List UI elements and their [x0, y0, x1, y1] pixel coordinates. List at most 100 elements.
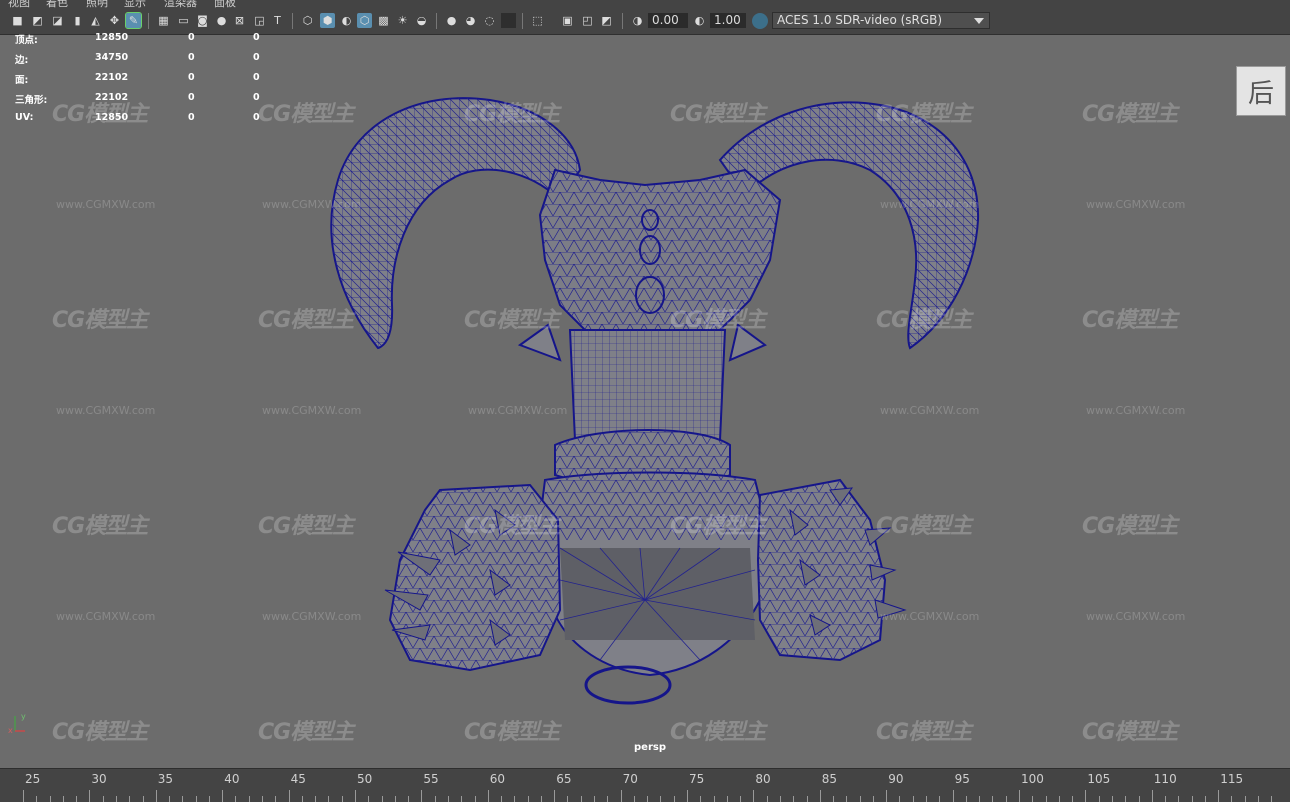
timeline-tick-label: 30 [91, 772, 107, 786]
timeline-tick-label: 95 [954, 772, 970, 786]
screen-space-ao-icon[interactable]: ● [444, 13, 459, 28]
timeline-tick [554, 790, 556, 802]
timeline-tick [275, 796, 277, 802]
timeline-tick [1165, 796, 1167, 802]
timeline-tick [62, 796, 64, 802]
timeline-tick [142, 796, 144, 802]
timeline-tick [115, 796, 117, 802]
image-plane-icon[interactable]: ◭ [88, 13, 103, 28]
timeline-tick [753, 790, 755, 802]
watermark-logo: CG模型主 [670, 720, 766, 745]
wireframe-icon[interactable]: ⬡ [300, 13, 315, 28]
viewport-3d[interactable] [0, 34, 1290, 768]
timeline-tick [926, 796, 928, 802]
timeline-tick [806, 796, 808, 802]
hud-label: 面: [15, 75, 29, 86]
timeline-tick [208, 796, 210, 802]
smooth-shade-icon[interactable]: ⬢ [320, 13, 335, 28]
timeline-tick [1058, 796, 1060, 802]
time-slider[interactable]: 25 30 35 40 45 50 55 60 65 70 75 80 85 90 95 100 105 110 1… [0, 768, 1290, 802]
watermark-url: www.CGMXW.com [880, 198, 980, 211]
timeline-tick [846, 796, 848, 802]
timeline-tick [1178, 796, 1180, 802]
anti-aliasing-icon[interactable]: ◌ [482, 13, 497, 28]
timeline-tick [288, 790, 290, 802]
menu-shading[interactable]: 着色 [46, 0, 68, 8]
textured-icon[interactable]: ▩ [376, 13, 391, 28]
bookmark-camera-icon[interactable]: ◪ [50, 13, 65, 28]
menu-view[interactable]: 视图 [8, 0, 30, 8]
menu-panels[interactable]: 面板 [214, 0, 236, 8]
timeline-tick [965, 796, 967, 802]
camera-select-icon[interactable]: ■ [10, 13, 25, 28]
timeline-tick-label: 110 [1153, 772, 1177, 786]
timeline-tick [1085, 790, 1087, 802]
timeline-tick [49, 796, 51, 802]
timeline-tick-label: 55 [423, 772, 439, 786]
timeline-tick [461, 796, 463, 802]
isolate-select-icon[interactable]: ⬚ [530, 13, 545, 28]
hud-row-faces: 面: 22102 0 0 [15, 72, 275, 88]
lights-icon[interactable]: ☀ [395, 13, 410, 28]
grease-pencil-icon[interactable]: ✎ [125, 12, 142, 29]
timeline-tick-label: 75 [689, 772, 705, 786]
timeline-tick [939, 796, 941, 802]
menu-lighting[interactable]: 照明 [86, 0, 108, 8]
hud-row-edges: 边: 34750 0 0 [15, 52, 275, 68]
xray-active-icon[interactable]: ◩ [599, 13, 614, 28]
color-management-icon[interactable] [752, 13, 768, 29]
timeline-tick [1072, 796, 1074, 802]
safe-title-icon[interactable]: T [270, 13, 285, 28]
default-material-icon[interactable]: ◐ [339, 13, 354, 28]
watermark-logo: CG模型主 [670, 102, 766, 127]
separator [522, 13, 523, 29]
watermark-logo: CG模型主 [52, 720, 148, 745]
timeline-tick [248, 796, 250, 802]
menu-show[interactable]: 显示 [124, 0, 146, 8]
color-space-value: ACES 1.0 SDR-video (sRGB) [777, 13, 943, 27]
menu-renderer[interactable]: 渲染器 [164, 0, 197, 8]
depth-of-field-icon[interactable] [501, 13, 516, 28]
timeline-tick [421, 790, 423, 802]
wireframe-on-shaded-icon[interactable]: ⬡ [357, 13, 372, 28]
right-pauldron[interactable] [756, 478, 907, 662]
exposure-field[interactable]: 0.00 [648, 13, 688, 28]
timeline-tick [700, 796, 702, 802]
bookmark-icon[interactable]: ▮ [70, 13, 85, 28]
xray-icon[interactable]: ▣ [560, 13, 575, 28]
gamma-icon[interactable]: ◐ [692, 13, 707, 28]
watermark-logo: CG模型主 [876, 514, 972, 539]
timeline-tick [673, 796, 675, 802]
watermark-logo: CG模型主 [876, 720, 972, 745]
camera-attributes-icon[interactable]: ◩ [30, 13, 45, 28]
film-gate-icon[interactable]: ▭ [176, 13, 191, 28]
hud-value: 0 [253, 32, 260, 43]
timeline-tick [819, 790, 821, 802]
color-space-dropdown[interactable]: ACES 1.0 SDR-video (sRGB) [772, 12, 990, 29]
timeline-tick [540, 796, 542, 802]
timeline-tick [368, 796, 370, 802]
timeline-tick [447, 796, 449, 802]
grid-icon[interactable]: ▦ [156, 13, 171, 28]
safe-action-icon[interactable]: ◲ [252, 13, 267, 28]
timeline-tick [1204, 796, 1206, 802]
timeline-tick [1271, 796, 1273, 802]
hud-label: 顶点: [15, 35, 38, 46]
resolution-gate-icon[interactable]: ◙ [195, 13, 210, 28]
pan-zoom-icon[interactable]: ✥ [107, 13, 122, 28]
torso[interactable] [568, 329, 727, 441]
timeline-tick [912, 796, 914, 802]
field-chart-icon[interactable]: ⊠ [232, 13, 247, 28]
timeline-tick-label: 90 [888, 772, 904, 786]
gamma-field[interactable]: 1.00 [710, 13, 746, 28]
hud-value: 12850 [95, 32, 129, 43]
watermark-logo: CG模型主 [258, 102, 354, 127]
gate-mask-icon[interactable]: ● [214, 13, 229, 28]
xray-joints-icon[interactable]: ◰ [580, 13, 595, 28]
timeline-tick [580, 796, 582, 802]
shadows-icon[interactable]: ◒ [414, 13, 429, 28]
motion-blur-icon[interactable]: ◕ [463, 13, 478, 28]
view-cube[interactable]: 后 [1236, 66, 1286, 116]
exposure-icon[interactable]: ◑ [630, 13, 645, 28]
timeline-tick-label: 80 [755, 772, 771, 786]
